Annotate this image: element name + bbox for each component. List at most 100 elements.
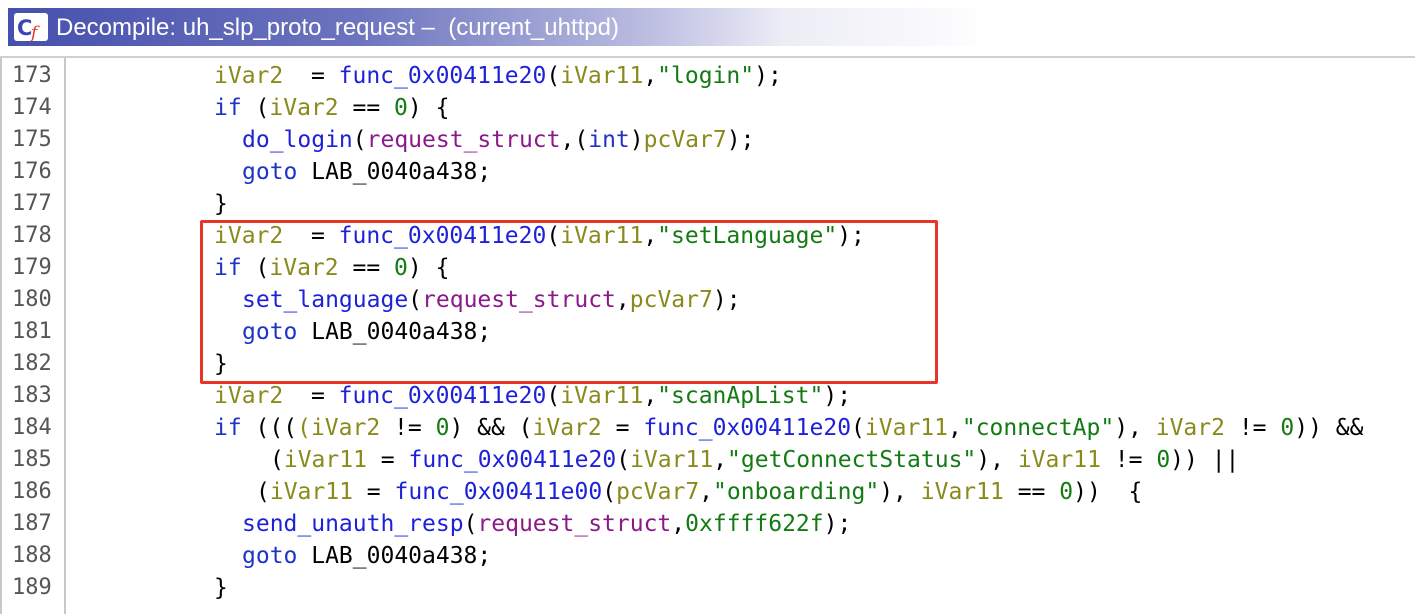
code-text: (iVar11 = func_0x00411e20(iVar11,"getCon… <box>270 444 1239 476</box>
code-token: = <box>283 63 339 89</box>
code-token: goto <box>242 543 298 569</box>
code-line[interactable]: 173 iVar2 = func_0x00411e20(iVar11,"login… <box>0 60 1415 92</box>
code-token: "getConnectStatus" <box>727 447 977 473</box>
code-text: } <box>214 188 228 220</box>
code-token: ( <box>616 447 631 473</box>
line-number: 185 <box>12 447 52 472</box>
code-text: goto LAB_0040a438; <box>242 156 491 188</box>
code-line[interactable]: 188 goto LAB_0040a438; <box>0 540 1415 572</box>
code-token: ) && ( <box>449 415 533 441</box>
code-token[interactable]: iVar11 <box>865 415 948 441</box>
code-line[interactable]: 183 iVar2 = func_0x00411e20(iVar11,"scanA… <box>0 380 1415 412</box>
code-token[interactable]: pcVar7 <box>616 479 699 505</box>
code-token: = <box>601 415 644 441</box>
code-token[interactable]: iVar11 <box>921 479 1004 505</box>
code-token: ) { <box>407 95 450 121</box>
code-token[interactable]: iVar2 <box>214 383 283 409</box>
code-token: ( <box>602 479 617 505</box>
code-token: ); <box>754 63 782 89</box>
code-line[interactable]: 176 goto LAB_0040a438; <box>0 156 1415 188</box>
code-token[interactable]: iVar2 <box>269 95 338 121</box>
code-line[interactable]: 187 send_unauth_resp(request_struct,0xfff… <box>0 508 1415 540</box>
code-token: == <box>338 95 395 121</box>
line-number: 179 <box>12 255 52 280</box>
code-text: } <box>214 572 228 604</box>
code-token: , <box>643 383 658 409</box>
line-number: 180 <box>12 287 52 312</box>
line-number: 173 <box>12 63 52 88</box>
code-token[interactable]: func_0x00411e20 <box>339 63 547 89</box>
code-token[interactable]: iVar11 <box>630 447 713 473</box>
code-token[interactable]: iVar2 <box>1156 415 1225 441</box>
code-line[interactable]: 184 if ((((iVar2 != 0) && (iVar2 = func_0… <box>0 412 1415 444</box>
code-token[interactable]: (iVar2 <box>297 415 380 441</box>
code-line[interactable]: 177} <box>0 188 1415 220</box>
code-token: ); <box>726 127 755 153</box>
code-token: 0 <box>1059 479 1074 505</box>
code-token[interactable]: iVar2 <box>533 415 602 441</box>
code-token[interactable]: iVar2 <box>214 63 283 89</box>
code-token: )) && <box>1294 415 1364 441</box>
code-token[interactable]: iVar11 <box>560 63 643 89</box>
line-number: 187 <box>12 511 52 536</box>
code-token[interactable]: send_unauth_resp <box>242 511 464 537</box>
code-text: iVar2 = func_0x00411e20(iVar11,"scanApLi… <box>214 380 851 412</box>
code-token[interactable]: iVar11 <box>270 479 353 505</box>
code-token: ( <box>546 63 561 89</box>
code-token: 0 <box>435 415 450 441</box>
code-token: LAB_0040a438; <box>297 543 492 569</box>
code-token[interactable]: pcVar7 <box>644 127 727 153</box>
code-token: "login" <box>657 63 755 89</box>
code-token[interactable]: iVar11 <box>284 447 367 473</box>
line-number: 182 <box>12 351 52 376</box>
code-text: if ((((iVar2 != 0) && (iVar2 = func_0x00… <box>214 412 1363 444</box>
code-text: if (iVar2 == 0) { <box>214 92 449 124</box>
line-number: 177 <box>12 191 52 216</box>
code-text: (iVar11 = func_0x00411e00(pcVar7,"onboar… <box>256 476 1142 508</box>
code-token: if <box>214 415 242 441</box>
code-token: ), <box>879 479 921 505</box>
code-line[interactable]: 175 do_login(request_struct,(int)pcVar7); <box>0 124 1415 156</box>
code-token: = <box>352 479 395 505</box>
code-token[interactable]: request_struct <box>477 511 671 537</box>
code-token: , <box>671 511 686 537</box>
code-token: 0 <box>1156 447 1171 473</box>
code-token[interactable]: func_0x00411e20 <box>339 383 547 409</box>
code-token: ); <box>823 511 852 537</box>
code-token[interactable]: iVar11 <box>1018 447 1101 473</box>
code-token: , <box>643 63 658 89</box>
line-number: 188 <box>12 543 52 568</box>
code-line[interactable]: 186 (iVar11 = func_0x00411e00(pcVar7,"onb… <box>0 476 1415 508</box>
code-token: "connectAp" <box>961 415 1115 441</box>
line-number: 184 <box>12 415 52 440</box>
code-token[interactable]: do_login <box>242 127 353 153</box>
decompiler-code-view[interactable]: 173 iVar2 = func_0x00411e20(iVar11,"login… <box>0 56 1415 614</box>
decompile-icon: C f <box>14 13 48 41</box>
code-token: ( <box>352 127 367 153</box>
code-token: ( <box>851 415 865 441</box>
code-line[interactable]: 174 if (iVar2 == 0) { <box>0 92 1415 124</box>
code-token[interactable]: func_0x00411e00 <box>395 479 603 505</box>
line-number: 174 <box>12 95 52 120</box>
code-token: "onboarding" <box>713 479 880 505</box>
code-token[interactable]: func_0x00411e20 <box>409 447 617 473</box>
line-number: 189 <box>12 575 52 600</box>
code-token[interactable]: iVar11 <box>560 383 643 409</box>
code-token[interactable]: request_struct <box>367 127 561 153</box>
highlight-box <box>200 220 938 384</box>
code-token: 0xffff622f <box>685 511 824 537</box>
code-token: ( <box>241 95 270 121</box>
code-token[interactable]: func_0x00411e20 <box>643 415 851 441</box>
code-token: )) { <box>1073 479 1143 505</box>
window-title: Decompile: uh_slp_proto_request – (curre… <box>56 14 619 41</box>
code-text: do_login(request_struct,(int)pcVar7); <box>242 124 754 156</box>
code-token: "scanApList" <box>657 383 824 409</box>
code-token: LAB_0040a438; <box>297 159 492 185</box>
code-token: int <box>588 127 630 153</box>
code-token: goto <box>242 159 298 185</box>
code-token: != <box>1100 447 1157 473</box>
code-line[interactable]: 185 (iVar11 = func_0x00411e20(iVar11,"get… <box>0 444 1415 476</box>
code-line[interactable]: 189} <box>0 572 1415 604</box>
code-token: ( <box>270 447 284 473</box>
code-token: )) || <box>1170 447 1240 473</box>
